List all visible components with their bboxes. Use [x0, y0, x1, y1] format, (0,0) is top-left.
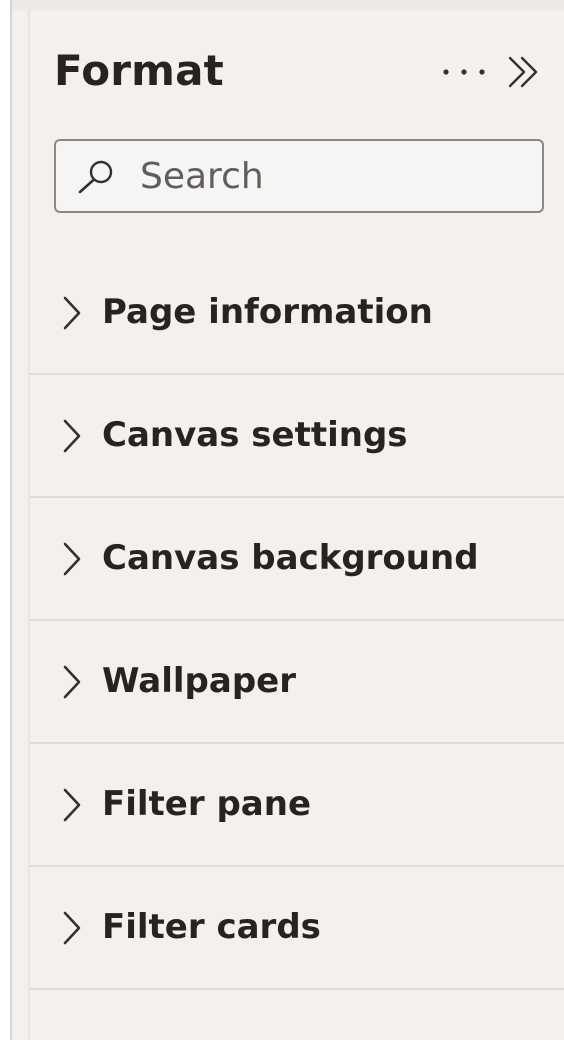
chevron-right-icon: [63, 788, 81, 822]
section-label: Canvas settings: [102, 415, 408, 455]
format-section-list: Page information Canvas settings Canvas …: [30, 252, 564, 990]
left-canvas-edge: [0, 0, 10, 1040]
section-filter-cards[interactable]: Filter cards: [30, 867, 564, 990]
section-label: Wallpaper: [102, 661, 296, 701]
section-page-information[interactable]: Page information: [30, 252, 564, 375]
more-options-button[interactable]: [438, 52, 490, 92]
chevron-right-icon: [63, 419, 81, 453]
chevron-right-icon: [63, 665, 81, 699]
search-box[interactable]: [54, 139, 544, 213]
chevron-right-icon: [63, 542, 81, 576]
search-icon: [78, 160, 113, 194]
section-canvas-background[interactable]: Canvas background: [30, 498, 564, 621]
section-label: Page information: [102, 292, 433, 332]
pane-top-band: [12, 0, 564, 10]
section-filter-pane[interactable]: Filter pane: [30, 744, 564, 867]
chevron-right-icon: [63, 296, 81, 330]
pane-title: Format: [54, 46, 224, 95]
section-canvas-settings[interactable]: Canvas settings: [30, 375, 564, 498]
ellipsis-icon: [443, 69, 485, 75]
search-input[interactable]: [140, 149, 530, 203]
double-chevron-right-icon: [508, 56, 538, 88]
section-wallpaper[interactable]: Wallpaper: [30, 621, 564, 744]
section-label: Filter cards: [102, 907, 321, 947]
format-pane: Format Page information: [12, 0, 564, 1040]
chevron-right-icon: [63, 911, 81, 945]
section-label: Canvas background: [102, 538, 479, 578]
collapse-pane-button[interactable]: [502, 52, 546, 92]
section-label: Filter pane: [102, 784, 311, 824]
